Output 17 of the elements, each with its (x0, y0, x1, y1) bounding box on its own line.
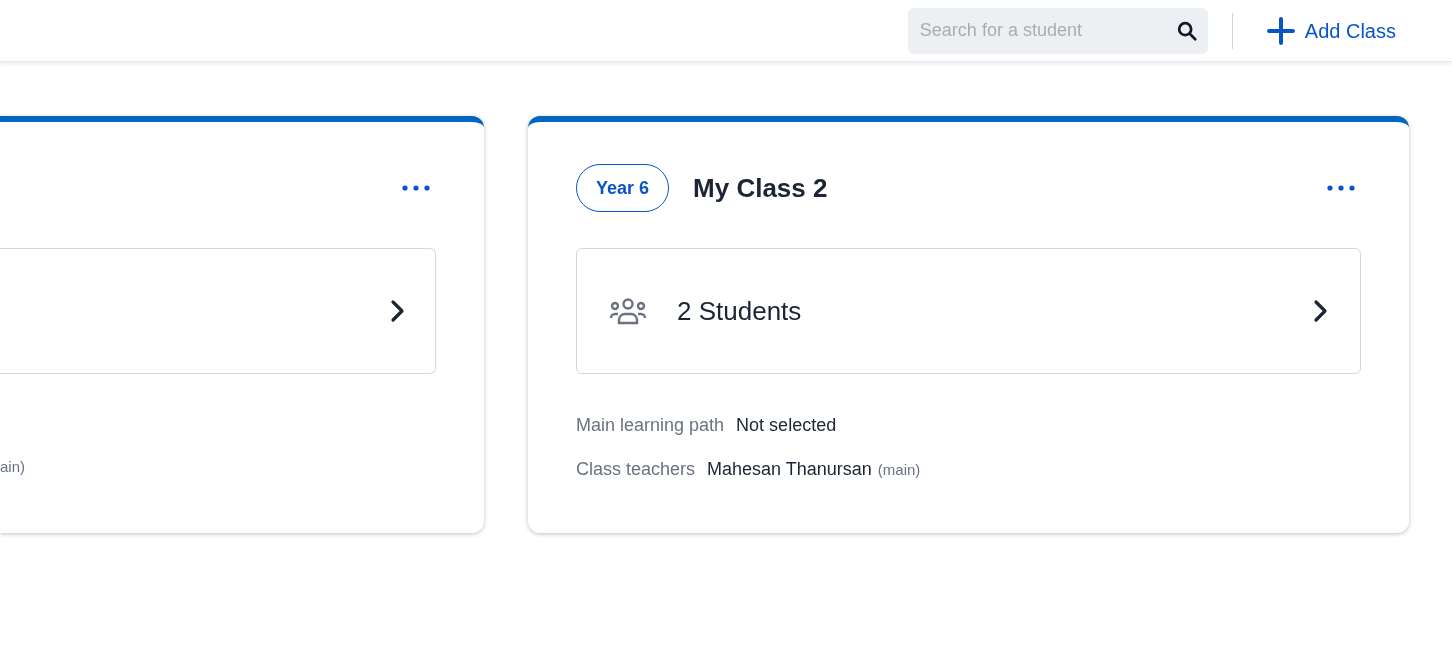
teacher-name: Mahesan Thanursan (707, 458, 872, 481)
field-label: Main learning path (576, 414, 725, 437)
teacher-role: ain) (0, 457, 25, 477)
more-options-icon[interactable] (402, 185, 430, 191)
teacher-role: (main) (877, 460, 921, 480)
more-options-icon[interactable] (1327, 185, 1355, 191)
chevron-right-icon (389, 299, 405, 323)
search-icon (1175, 19, 1198, 42)
students-panel[interactable]: 2 Students (576, 248, 1361, 374)
field-label: Class teachers (576, 458, 696, 481)
field-value: Not selected (736, 414, 837, 437)
search-field[interactable]: Search for a student (907, 7, 1208, 54)
plus-icon (1266, 16, 1295, 45)
people-icon (609, 297, 647, 325)
chevron-right-icon (1312, 299, 1328, 323)
add-class-button[interactable]: Add Class (1266, 15, 1396, 46)
class-title: My Class 2 (693, 171, 828, 205)
